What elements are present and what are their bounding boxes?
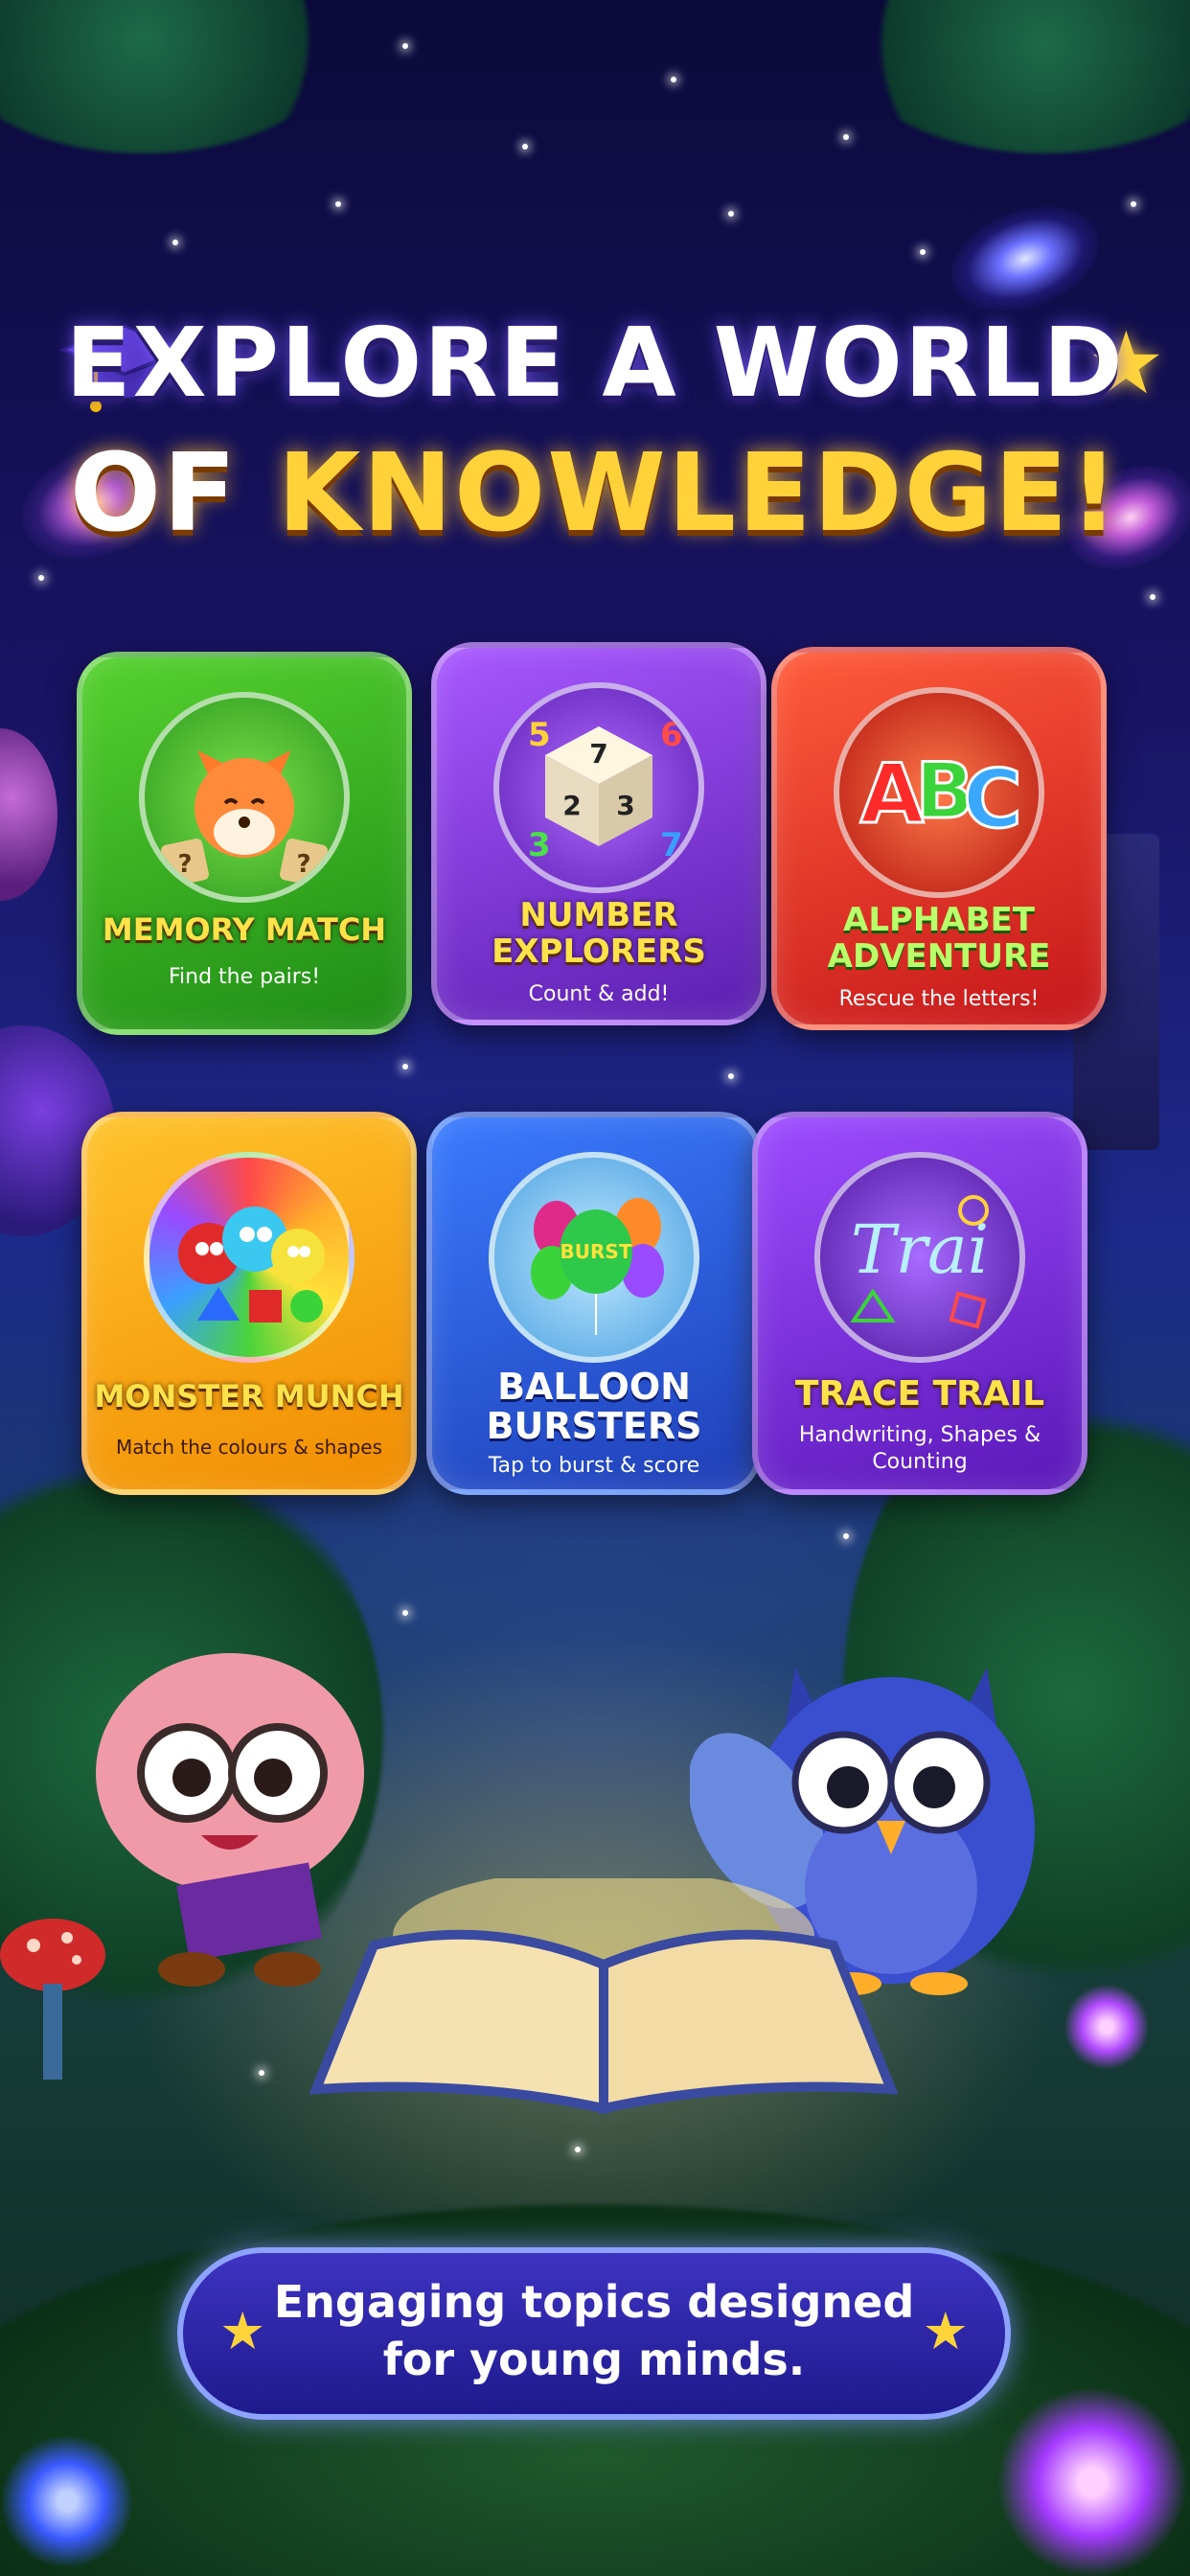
flower-bottom-left [0, 2434, 134, 2568]
game-title: MEMORY MATCH [102, 911, 387, 948]
tagline-banner: ★ ★ Engaging topics designed for young m… [177, 2247, 1011, 2420]
game-card-balloon-bursters[interactable]: BURST BALLOON BURSTERS Tap to burst & sc… [426, 1112, 762, 1495]
svg-text:7: 7 [589, 738, 607, 770]
game-card-monster-munch[interactable]: MONSTER MUNCH Match the colours & shapes [81, 1112, 417, 1495]
svg-text:3: 3 [616, 790, 634, 821]
mushroom [0, 1919, 105, 2080]
svg-text:2: 2 [562, 790, 581, 821]
flower-bottom-right [996, 2386, 1188, 2576]
svg-text:?: ? [296, 850, 310, 879]
game-card-trace-trail[interactable]: Trai TRACE TRAIL Handwriting, Shapes & C… [752, 1112, 1087, 1495]
svg-text:BURST: BURST [561, 1240, 632, 1263]
game-title-line2: ADVENTURE [827, 937, 1051, 976]
svg-text:6: 6 [660, 716, 683, 754]
game-title-line1: NUMBER [519, 896, 678, 934]
game-subtitle-line2: Counting [872, 1450, 968, 1474]
game-subtitle: Tap to burst & score [488, 1454, 700, 1478]
game-subtitle: Rescue the letters! [838, 987, 1040, 1011]
game-subtitle: Match the colours & shapes [116, 1436, 382, 1459]
balloons-icon: BURST [489, 1152, 699, 1363]
abc-letters-icon: A B C [834, 687, 1044, 898]
flower-right [1064, 1984, 1150, 2070]
game-title-line2: BURSTERS [486, 1405, 702, 1447]
title-highlight: KNOWLEDGE! [277, 431, 1121, 556]
game-title-line1: ALPHABET [843, 901, 1035, 939]
onboarding-screen: ★ EXPLORE A WORLD OF KNOWLEDGE! ? ? MEMO… [0, 0, 1190, 2576]
svg-text:3: 3 [528, 826, 551, 864]
foliage-top-right [843, 0, 1190, 153]
page-title-line2: OF KNOWLEDGE! [0, 431, 1190, 556]
game-subtitle: Find the pairs! [168, 965, 321, 989]
game-title: TRACE TRAIL [794, 1374, 1045, 1414]
title-prefix: OF [69, 431, 278, 556]
game-subtitle-line1: Handwriting, Shapes & [798, 1423, 1041, 1447]
game-title-line2: EXPLORERS [492, 932, 706, 971]
foliage-top-left [0, 0, 345, 153]
svg-text:C: C [963, 752, 1022, 846]
game-card-number-explorers[interactable]: 7 2 3 5 6 3 7 NUMBER EXPLORERS Count & a… [431, 642, 767, 1025]
fox-icon: ? ? [139, 692, 350, 903]
page-title-line1: EXPLORE A WORLD [65, 307, 1125, 419]
trace-icon: Trai [814, 1152, 1025, 1363]
svg-text:5: 5 [528, 716, 551, 754]
planet-left [0, 728, 57, 901]
tagline-line1: Engaging topics designed [273, 2276, 915, 2328]
game-card-memory-match[interactable]: ? ? MEMORY MATCH Find the pairs! [77, 652, 412, 1035]
open-book [309, 1878, 899, 2115]
game-title: MONSTER MUNCH [94, 1378, 404, 1414]
svg-text:7: 7 [660, 826, 683, 864]
monsters-icon [144, 1152, 355, 1363]
game-subtitle: Count & add! [528, 982, 670, 1006]
tagline-line2: for young minds. [382, 2333, 806, 2385]
svg-text:?: ? [177, 850, 192, 879]
tagline-text: Engaging topics designed for young minds… [183, 2274, 1005, 2389]
game-title-line1: BALLOON [497, 1366, 691, 1408]
dice-icon: 7 2 3 5 6 3 7 [493, 682, 704, 893]
game-card-alphabet-adventure[interactable]: A B C ALPHABET ADVENTURE Rescue the lett… [771, 647, 1107, 1030]
